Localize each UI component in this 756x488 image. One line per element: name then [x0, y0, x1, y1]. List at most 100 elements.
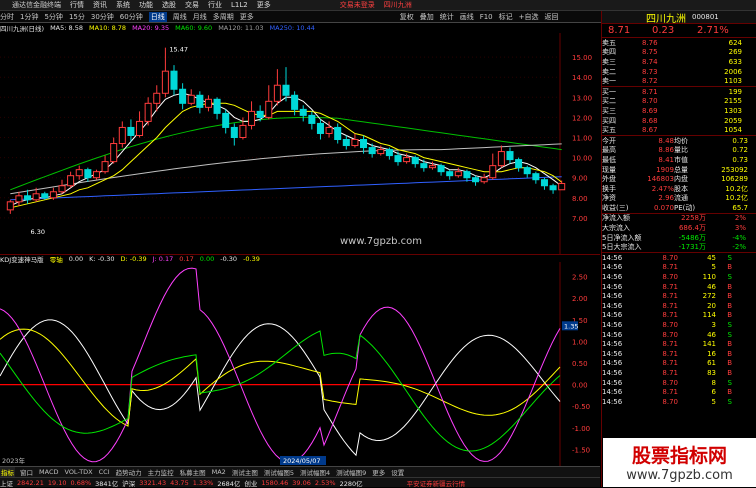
trade-volume: 46: [707, 282, 716, 291]
stat-value: 8.41: [658, 155, 674, 164]
period-tab[interactable]: 15分: [69, 12, 85, 22]
trade-time: 14:56: [602, 368, 623, 377]
toolbar-button[interactable]: +自选: [519, 12, 539, 22]
toolbar-button[interactable]: 叠加: [420, 12, 434, 22]
flow-row: 净流入额 2258万 2%: [602, 214, 756, 224]
menu-item[interactable]: 行业: [208, 0, 222, 10]
candlestick-svg[interactable]: 15.00 14.00 13.00 12.00 11.00 10.00 9.00 8.00 7.…: [0, 33, 600, 254]
ask-book: 卖五 8.76 624 卖四 8.75 269 卖三 8.74 633 卖二 8.73 2006 卖一 8…: [602, 38, 756, 87]
menu-item[interactable]: 行情: [70, 0, 84, 10]
trade-price: 8.71: [662, 292, 678, 301]
market-status-bar: 上证 2842.21 19.10 0.68% 3841亿 沪深 3321.43 …: [0, 477, 600, 488]
ma120-label: MA120: 11.03: [218, 24, 264, 32]
indicator-tab[interactable]: 测试幅图4: [299, 467, 331, 477]
indicator-tab[interactable]: 测试幅图9: [335, 467, 367, 477]
indicator-tab[interactable]: 私募主图: [179, 467, 207, 477]
menu-item[interactable]: 交易: [185, 0, 199, 10]
menu-item[interactable]: 系统: [116, 0, 130, 10]
flow-value: -5486万: [678, 233, 706, 242]
period-tab[interactable]: 30分钟: [91, 12, 114, 22]
trade-price: 8.70: [662, 397, 678, 406]
stats-table: 今开 8.48 均价 0.73 最高 8.86 量比 0.72 最低 8.41 市值 0.73 现量 19…: [602, 136, 756, 214]
brand-watermark-url: www.7gpzb.com: [626, 468, 733, 483]
indicator-tab[interactable]: 窗口: [19, 467, 34, 477]
indicator-tab[interactable]: CCI: [98, 468, 111, 476]
candle-body: [532, 173, 540, 181]
menu-item[interactable]: 功能: [139, 0, 153, 10]
indicator-tab[interactable]: 主力监控: [147, 467, 175, 477]
toolbar-button[interactable]: 统计: [440, 12, 454, 22]
stat-label: 市值: [674, 155, 688, 164]
indicator-tab[interactable]: 测试幅图5: [263, 467, 295, 477]
trade-time: 14:56: [602, 340, 623, 349]
trade-volume: 20: [707, 301, 716, 310]
toolbar-button[interactable]: 返回: [545, 12, 559, 22]
trade-time: 14:56: [602, 349, 623, 358]
menu-item[interactable]: L1L2: [231, 1, 248, 9]
candle-body: [239, 124, 247, 139]
stat-label: 最低: [602, 155, 616, 164]
toolbar-button[interactable]: 标记: [499, 12, 513, 22]
candle-body: [179, 88, 187, 104]
value-marker-label: 1.35: [564, 322, 578, 330]
bid-volume: 1054: [724, 126, 742, 135]
trade-row: 14:56 8.70 3 S: [602, 320, 756, 330]
trade-row: 14:56 8.70 45 S: [602, 253, 756, 263]
stat-label: 净资: [602, 194, 616, 203]
period-tab[interactable]: 1分钟: [20, 12, 38, 22]
period-tab[interactable]: 更多: [240, 12, 254, 22]
axis-tick-label: 7.00: [572, 215, 588, 223]
period-tab[interactable]: 周线: [173, 12, 187, 22]
trade-side: B: [727, 263, 732, 272]
candle-body: [213, 98, 221, 114]
trade-volume: 5: [711, 397, 716, 406]
period-tab-active[interactable]: 日线: [148, 11, 167, 22]
candle-body: [110, 143, 118, 163]
menu-item[interactable]: 更多: [257, 0, 271, 10]
indicator-tab[interactable]: MA2: [211, 468, 227, 476]
bid-price: 8.67: [642, 126, 658, 135]
indicator-tab[interactable]: MACD: [38, 468, 59, 476]
candlestick-chart[interactable]: 15.00 14.00 13.00 12.00 11.00 10.00 9.00 8.00 7.…: [0, 33, 600, 254]
candle-body: [58, 185, 66, 193]
period-tab[interactable]: 分时: [0, 12, 14, 22]
tab-active[interactable]: 指标: [0, 467, 15, 477]
index-amount: 2280亿: [339, 479, 363, 488]
broker-name: 平安证券新疆云行情: [406, 479, 466, 488]
period-tab[interactable]: 多周期: [213, 12, 234, 22]
candle-body: [325, 126, 333, 134]
indicator-svg[interactable]: 2.502.001.501.000.500.00-0.50-1.00-1.501…: [0, 262, 600, 466]
candle-body: [411, 157, 419, 165]
index-label[interactable]: 上证: [0, 478, 13, 488]
indicator-tab[interactable]: 趋势动力: [115, 467, 143, 477]
index-label[interactable]: 沪深: [122, 478, 135, 488]
bid-label: 买二: [602, 97, 616, 106]
trade-row: 14:56 8.70 110 S: [602, 272, 756, 282]
menu-item[interactable]: 资讯: [93, 0, 107, 10]
toolbar-button[interactable]: 复权: [400, 12, 414, 22]
period-tab[interactable]: 月线: [193, 12, 207, 22]
indicator-tab[interactable]: 更多: [371, 467, 386, 477]
period-tab[interactable]: 5分钟: [44, 12, 62, 22]
indicator-tab[interactable]: 设置: [390, 467, 405, 477]
login-notice[interactable]: 交易未登录: [340, 0, 375, 10]
stat-row: 今开 8.48 均价 0.73: [602, 136, 756, 146]
ma5-label: MA5: 8.58: [50, 24, 83, 32]
indicator-tab[interactable]: 测试主图: [231, 467, 259, 477]
toolbar-button[interactable]: F10: [480, 13, 493, 21]
trade-side: B: [727, 292, 732, 301]
stat-label: 量比: [674, 146, 688, 155]
trade-row: 14:56 8.71 141 B: [602, 339, 756, 349]
index-label[interactable]: 创业: [244, 478, 257, 488]
indicator-tab[interactable]: VOL-TDX: [63, 468, 93, 476]
index-value: 3321.43: [139, 478, 167, 487]
period-tab[interactable]: 60分钟: [120, 12, 143, 22]
toolbar-button[interactable]: 画线: [460, 12, 474, 22]
app-name: 通达信金融终端: [12, 1, 61, 9]
trade-price: 8.70: [662, 378, 678, 387]
stat-value: 0.73: [732, 136, 748, 145]
candle-body: [75, 169, 83, 177]
ask-label: 卖四: [602, 48, 616, 57]
indicator-chart[interactable]: 2.50 2.00 1.50 1.00 0.50 0.00 -0.50 -1.00 -1.50 1…: [0, 262, 600, 477]
menu-item[interactable]: 选股: [162, 0, 176, 10]
